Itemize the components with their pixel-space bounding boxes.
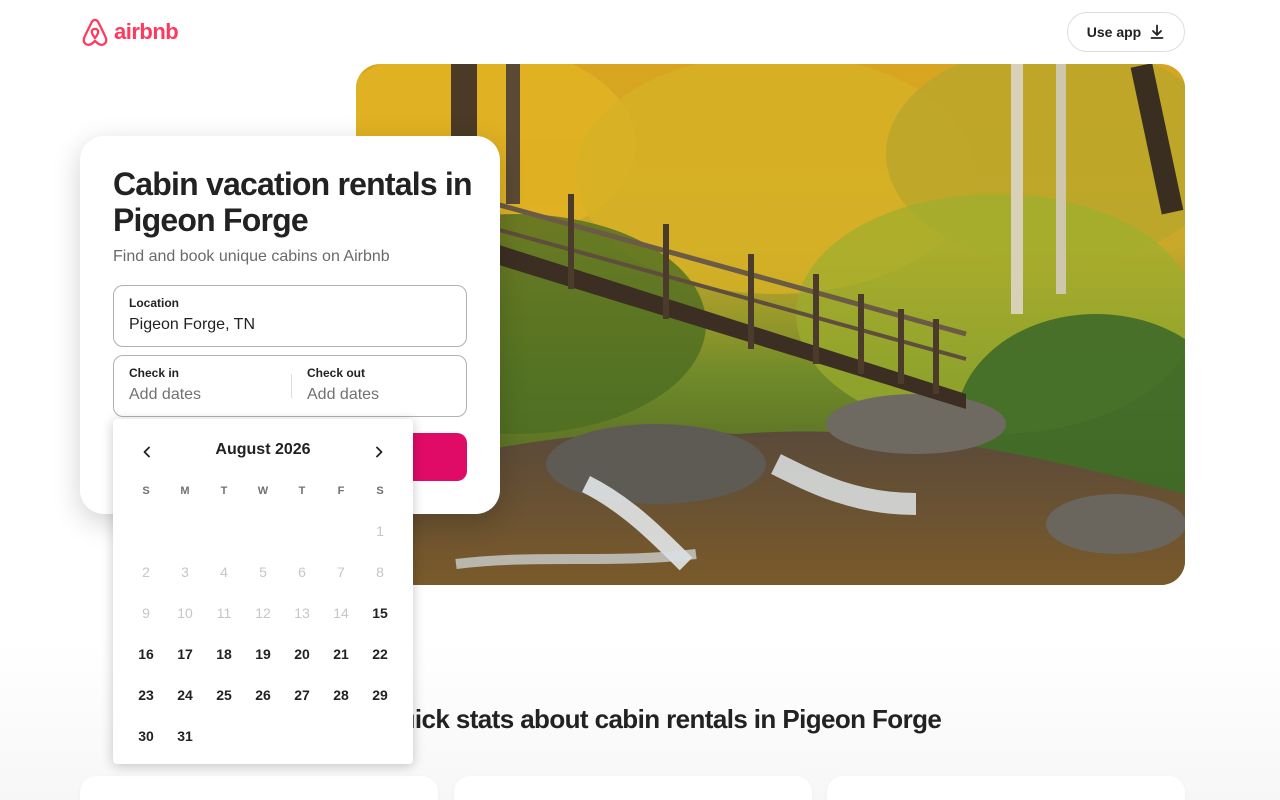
stat-card — [827, 776, 1185, 800]
weekday-label: F — [337, 485, 345, 497]
use-app-label: Use app — [1086, 24, 1142, 40]
calendar-day[interactable]: 16 — [128, 636, 164, 672]
use-app-button[interactable]: Use app — [1067, 12, 1185, 52]
brand-name: airbnb — [114, 19, 179, 44]
calendar-day: 8 — [376, 564, 384, 580]
calendar-day: 2 — [142, 564, 150, 580]
airbnb-belo-icon — [82, 18, 108, 46]
stat-card — [454, 776, 812, 800]
check-in-placeholder: Add dates — [129, 386, 202, 403]
calendar-day[interactable]: 23 — [128, 677, 164, 713]
check-in-label: Check in — [129, 366, 180, 380]
calendar-day: 13 — [294, 605, 310, 621]
calendar-day[interactable]: 31 — [167, 718, 203, 754]
calendar-day: 7 — [337, 564, 345, 580]
stats-heading: Quick stats about cabin rentals in Pigeo… — [380, 704, 942, 735]
calendar-day[interactable]: 22 — [362, 636, 398, 672]
check-out-field[interactable]: Check out Add dates — [292, 356, 467, 416]
page-title: Cabin vacation rentals in Pigeon Forge — [113, 166, 473, 238]
weekday-label: M — [180, 485, 190, 497]
calendar-day[interactable]: 30 — [128, 718, 164, 754]
calendar-day: 14 — [333, 605, 349, 621]
calendar-day[interactable]: 26 — [245, 677, 281, 713]
calendar-day: 3 — [181, 564, 189, 580]
weekday-label: T — [298, 485, 306, 497]
calendar-day: 5 — [259, 564, 267, 580]
calendar-day[interactable]: 25 — [206, 677, 242, 713]
calendar-day[interactable]: 21 — [323, 636, 359, 672]
page-subtitle: Find and book unique cabins on Airbnb — [113, 248, 390, 265]
check-in-field[interactable]: Check in Add dates — [114, 356, 291, 416]
airbnb-logo[interactable]: airbnb — [80, 16, 179, 48]
calendar-day[interactable]: 20 — [284, 636, 320, 672]
download-icon — [1150, 24, 1164, 39]
calendar-day: 12 — [255, 605, 271, 621]
location-value[interactable]: Pigeon Forge, TN — [129, 316, 255, 334]
calendar-day[interactable]: 19 — [245, 636, 281, 672]
calendar-day: 1 — [376, 523, 384, 539]
date-picker-calendar: August 2026 S M T W T F S 1 2 3 4 5 6 7 8 9 10 11 12 13 14 15… — [113, 419, 413, 764]
next-month-button[interactable] — [366, 439, 392, 465]
calendar-day[interactable]: 18 — [206, 636, 242, 672]
calendar-day[interactable]: 27 — [284, 677, 320, 713]
calendar-day[interactable]: 15 — [362, 595, 398, 631]
stats-heading-text: Quick stats about cabin rentals in Pigeo… — [380, 704, 942, 734]
stat-card — [80, 776, 438, 800]
calendar-day: 10 — [177, 605, 193, 621]
check-out-label: Check out — [307, 366, 366, 380]
calendar-day: 11 — [216, 605, 232, 621]
calendar-day[interactable]: 29 — [362, 677, 398, 713]
chevron-right-icon — [376, 446, 383, 458]
weekday-label: W — [257, 485, 269, 497]
calendar-day[interactable]: 28 — [323, 677, 359, 713]
calendar-day: 4 — [220, 564, 228, 580]
check-out-placeholder: Add dates — [307, 386, 380, 403]
dates-field: Check in Add dates Check out Add dates — [113, 355, 467, 417]
weekday-label: T — [220, 485, 228, 497]
location-field[interactable]: Location Pigeon Forge, TN — [113, 285, 467, 347]
calendar-day[interactable]: 17 — [167, 636, 203, 672]
calendar-day[interactable]: 24 — [167, 677, 203, 713]
location-label: Location — [129, 296, 179, 310]
weekday-label: S — [142, 485, 150, 497]
weekday-label: S — [376, 485, 384, 497]
calendar-day: 9 — [142, 605, 150, 621]
calendar-day: 6 — [298, 564, 306, 580]
